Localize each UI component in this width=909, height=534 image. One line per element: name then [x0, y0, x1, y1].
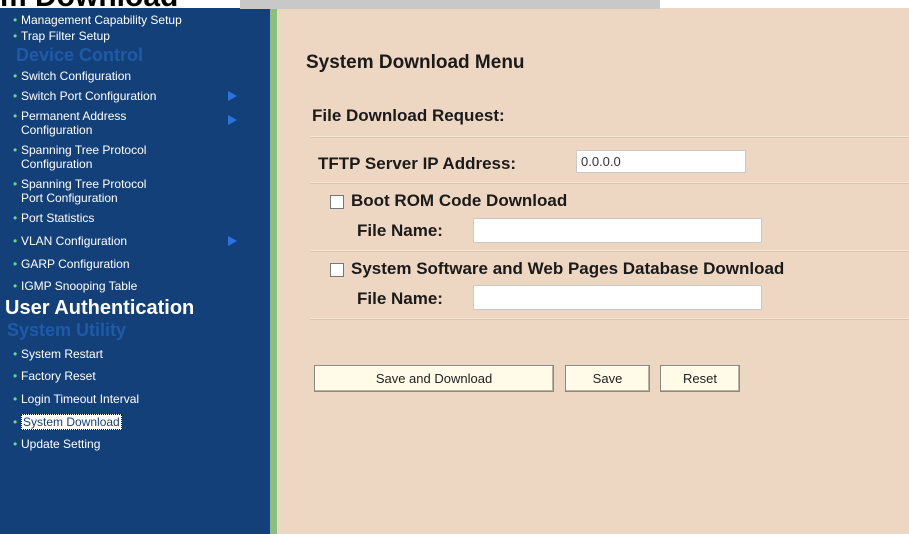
arrow-right-icon [228, 91, 237, 101]
tftp-server-label: TFTP Server IP Address: [318, 154, 517, 173]
separator [310, 250, 909, 252]
sidebar-item-igmp-snooping[interactable]: IGMP Snooping Table [13, 279, 270, 293]
arrow-right-icon [228, 236, 237, 246]
sidebar-item-switch-port-configuration[interactable]: Switch Port Configuration [13, 89, 270, 103]
separator [310, 136, 909, 138]
separator [310, 318, 909, 320]
sidebar-item-label: Spanning Tree Protocol [21, 177, 147, 191]
sidebar-item-label: Spanning Tree Protocol [21, 143, 147, 157]
sidebar-item-label: Switch Port Configuration [21, 89, 157, 103]
reset-button[interactable]: Reset [660, 365, 740, 392]
sidebar-item-update-setting[interactable]: Update Setting [13, 437, 270, 451]
sidebar-item-label: Permanent Address [21, 109, 127, 123]
file-download-request-heading: File Download Request: [312, 106, 505, 125]
sidebar-item-switch-configuration[interactable]: Switch Configuration [13, 69, 270, 83]
save-button[interactable]: Save [565, 365, 650, 392]
sidebar-item-factory-reset[interactable]: Factory Reset [13, 369, 270, 383]
sidebar-item-vlan-configuration[interactable]: VLAN Configuration [13, 234, 270, 248]
sidebar-item-label: Switch Configuration [21, 69, 132, 83]
frame-margin [277, 8, 290, 534]
file-name-label: File Name: [357, 221, 443, 240]
sidebar-item-spanning-tree[interactable]: Spanning Tree ProtocolConfiguration [13, 143, 270, 171]
section-user-authentication[interactable]: User Authentication [5, 297, 270, 319]
boot-rom-checkbox[interactable] [330, 195, 344, 209]
sidebar-item-label: IGMP Snooping Table [21, 279, 138, 293]
sidebar-item-label: GARP Configuration [21, 257, 130, 271]
file-name-label: File Name: [357, 289, 443, 308]
sidebar-item-label: Port Statistics [21, 211, 95, 225]
tftp-server-ip-input[interactable] [576, 150, 746, 173]
frame-divider[interactable] [270, 8, 277, 534]
sidebar-item-label: Update Setting [21, 437, 101, 451]
sidebar-item-trap-filter[interactable]: Trap Filter Setup [13, 29, 270, 43]
main-panel: System Download Menu File Download Reque… [290, 8, 909, 534]
sidebar-item-garp-configuration[interactable]: GARP Configuration [13, 257, 270, 271]
page-title: m Download [0, 0, 178, 13]
sidebar-item-system-restart[interactable]: System Restart [13, 347, 270, 361]
sidebar-item-spanning-tree-port[interactable]: Spanning Tree ProtocolPort Configuration [13, 177, 270, 205]
section-system-utility[interactable]: System Utility [7, 319, 270, 341]
boot-rom-label: Boot ROM Code Download [351, 191, 568, 210]
sidebar-item-label: System Restart [21, 347, 104, 361]
sidebar-item-label-line2: Configuration [21, 123, 93, 137]
sidebar-item-label: Login Timeout Interval [21, 392, 140, 406]
system-software-checkbox[interactable] [330, 263, 344, 277]
sidebar-item-label: VLAN Configuration [21, 234, 128, 248]
sidebar-item-port-statistics[interactable]: Port Statistics [13, 211, 270, 225]
save-and-download-button[interactable]: Save and Download [314, 365, 554, 392]
sidebar-item-label-line2: Port Configuration [21, 191, 118, 205]
page-heading: System Download Menu [306, 52, 525, 73]
system-software-file-name-input[interactable] [473, 285, 762, 310]
separator [310, 182, 909, 184]
sidebar-item-login-timeout[interactable]: Login Timeout Interval [13, 392, 270, 406]
section-device-control[interactable]: Device Control [16, 44, 270, 66]
sidebar-item-label: Factory Reset [21, 369, 96, 383]
sidebar-item-label: System Download [21, 414, 122, 430]
sidebar-item-label: Trap Filter Setup [21, 29, 110, 43]
arrow-right-icon [228, 115, 237, 125]
sidebar-item-system-download[interactable]: System Download [13, 414, 270, 430]
top-bar-gray [240, 0, 660, 9]
sidebar-item-label: Management Capability Setup [21, 13, 182, 27]
boot-rom-file-name-input[interactable] [473, 218, 762, 243]
sidebar: Management Capability Setup Trap Filter … [0, 8, 270, 534]
sidebar-item-label-line2: Configuration [21, 157, 93, 171]
system-software-label: System Software and Web Pages Database D… [351, 259, 785, 278]
sidebar-item-management-capability[interactable]: Management Capability Setup [13, 13, 270, 27]
sidebar-item-permanent-address[interactable]: Permanent AddressConfiguration [13, 109, 270, 137]
